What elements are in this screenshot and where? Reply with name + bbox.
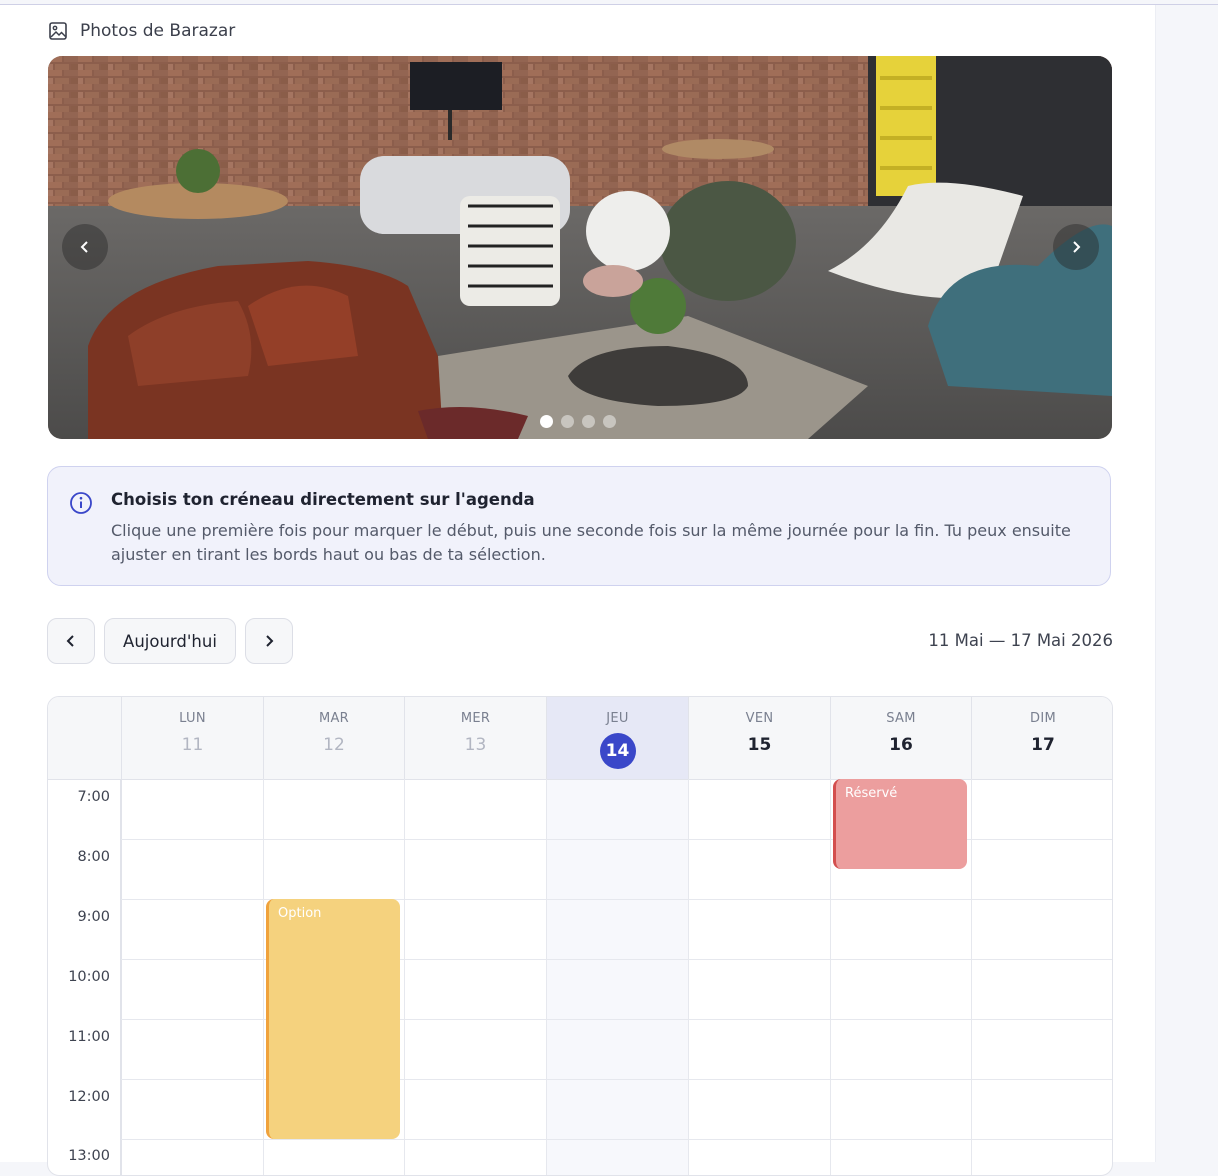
chevron-left-icon (66, 635, 74, 647)
day-name: SAM (886, 711, 916, 726)
carousel-dots (540, 415, 616, 428)
chevron-left-icon (80, 241, 88, 253)
image-icon (48, 21, 68, 41)
event-reserved[interactable]: Réservé (833, 779, 967, 869)
photos-title: Photos de Barazar (80, 21, 236, 41)
time-label: 8:00 (77, 849, 110, 865)
carousel-dot[interactable] (603, 415, 616, 428)
photos-header: Photos de Barazar (48, 20, 235, 42)
carousel-dot[interactable] (582, 415, 595, 428)
time-label: 10:00 (68, 969, 110, 985)
time-label: 7:00 (77, 789, 110, 805)
today-badge: 14 (599, 733, 636, 769)
content-panel: Photos de Barazar Choisis ton créneau di… (0, 5, 1156, 1176)
carousel-photo (48, 56, 1112, 439)
day-header-today: JEU 14 (546, 697, 688, 779)
chevron-right-icon (1073, 241, 1081, 253)
date-range-label: 11 Mai — 17 Mai 2026 (928, 631, 1113, 650)
day-number: 12 (323, 735, 345, 755)
info-title: Choisis ton créneau directement sur l'ag… (111, 490, 535, 509)
day-number: 13 (464, 735, 487, 755)
day-number: 11 (181, 735, 204, 755)
day-number: 16 (889, 735, 913, 755)
day-name: MER (460, 711, 491, 726)
day-name: MAR (318, 711, 350, 726)
week-calendar: LUN 11 MAR 12 MER 13 JEU 14 VEN 15 SAM 1… (47, 696, 1113, 1176)
day-name: JEU (606, 711, 629, 726)
day-header: VEN 15 (688, 697, 830, 779)
day-name: VEN (745, 711, 774, 726)
carousel-dot[interactable] (561, 415, 574, 428)
carousel-dot[interactable] (540, 415, 553, 428)
today-button[interactable]: Aujourd'hui (104, 618, 236, 664)
day-name: DIM (1030, 711, 1056, 726)
time-label: 9:00 (77, 909, 110, 925)
day-number: 15 (747, 735, 772, 755)
prev-week-button[interactable] (47, 618, 95, 664)
info-text: Clique une première fois pour marquer le… (111, 521, 1071, 564)
calendar-header: LUN 11 MAR 12 MER 13 JEU 14 VEN 15 SAM 1… (48, 697, 1112, 780)
info-icon (69, 491, 93, 515)
day-header: DIM 17 (971, 697, 1112, 779)
info-callout: Choisis ton créneau directement sur l'ag… (47, 466, 1111, 586)
day-header: LUN 11 (121, 697, 263, 779)
photo-carousel[interactable] (48, 56, 1112, 439)
day-header: SAM 16 (830, 697, 971, 779)
carousel-next-button[interactable] (1053, 224, 1099, 270)
carousel-prev-button[interactable] (62, 224, 108, 270)
event-option[interactable]: Option (266, 899, 400, 1139)
grid-row-line (121, 1139, 1112, 1140)
day-number: 14 (547, 733, 688, 769)
day-name: LUN (179, 711, 206, 726)
chevron-right-icon (266, 635, 274, 647)
day-header: MER 13 (404, 697, 546, 779)
day-number: 17 (1031, 735, 1055, 755)
next-week-button[interactable] (245, 618, 293, 664)
time-label: 12:00 (68, 1089, 110, 1105)
day-header: MAR 12 (263, 697, 404, 779)
time-label: 11:00 (68, 1029, 110, 1045)
